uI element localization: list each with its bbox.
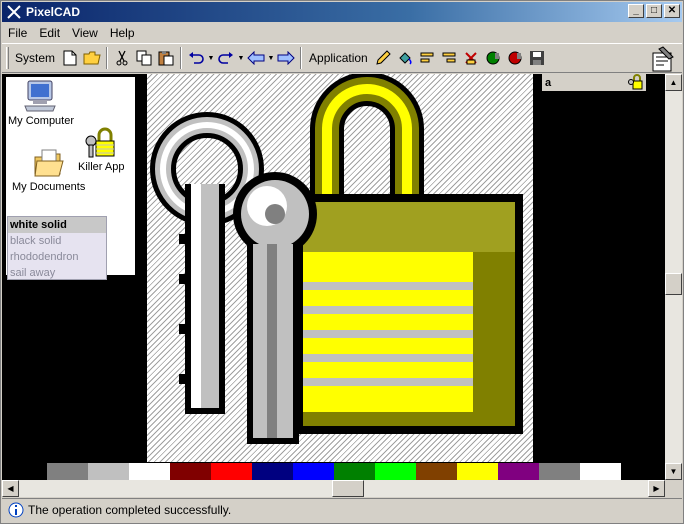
color-swatch[interactable]: [416, 463, 457, 480]
color-palette: [47, 463, 621, 480]
list-item[interactable]: rhododendron: [8, 249, 106, 265]
status-bar: The operation completed successfully.: [2, 498, 682, 520]
lock-icon: [628, 74, 643, 90]
padlock-and-key-artwork: [150, 74, 523, 444]
color-swatch[interactable]: [457, 463, 498, 480]
color-swatch[interactable]: [375, 463, 416, 480]
my-computer-shortcut[interactable]: My Computer: [8, 79, 74, 127]
list-item[interactable]: black solid: [8, 233, 106, 249]
minimize-button[interactable]: _: [628, 4, 644, 18]
scroll-down-icon[interactable]: ▼: [665, 463, 682, 480]
lock-icon: [85, 127, 115, 158]
horizontal-scroll-thumb[interactable]: [332, 480, 364, 497]
toolbar: System ▼ ▼ ▼ Application: [2, 43, 682, 73]
window-title: PixelCAD: [26, 5, 81, 19]
computer-icon: [24, 80, 56, 112]
vertical-scroll-thumb[interactable]: [665, 273, 682, 295]
my-documents-shortcut[interactable]: My Documents: [12, 147, 85, 193]
back-dropdown-icon[interactable]: ▼: [267, 47, 275, 69]
open-folder-icon[interactable]: [81, 47, 103, 69]
client-area: My Computer Killer App My Documents whit…: [2, 74, 665, 480]
documents-icon: [34, 149, 64, 177]
new-file-icon[interactable]: [59, 47, 81, 69]
color-swatch[interactable]: [539, 463, 580, 480]
color-swatch[interactable]: [170, 463, 211, 480]
system-label[interactable]: System: [11, 51, 59, 65]
toolbar-separator: [180, 47, 183, 69]
copy-icon[interactable]: [133, 47, 155, 69]
menu-view[interactable]: View: [66, 24, 104, 42]
scroll-left-icon[interactable]: ◀: [2, 480, 19, 497]
color-swatch[interactable]: [580, 463, 621, 480]
color-swatch[interactable]: [47, 463, 88, 480]
maximize-button[interactable]: □: [646, 4, 662, 18]
save-icon[interactable]: [526, 47, 548, 69]
pencil-icon[interactable]: [372, 47, 394, 69]
style-list: white solid black solid rhododendron sai…: [7, 216, 107, 280]
menu-bar: File Edit View Help: [2, 23, 682, 42]
color-swatch[interactable]: [211, 463, 252, 480]
color-swatch[interactable]: [293, 463, 334, 480]
toolbar-grip[interactable]: [6, 47, 9, 69]
forward-arrow-icon[interactable]: [275, 47, 297, 69]
list-item[interactable]: sail away: [8, 265, 106, 281]
scrollbar-corner: [665, 480, 682, 497]
scroll-up-icon[interactable]: ▲: [665, 74, 682, 91]
align-left-icon[interactable]: [416, 47, 438, 69]
app-icon: [7, 5, 21, 19]
back-arrow-icon[interactable]: [245, 47, 267, 69]
my-computer-label: My Computer: [8, 115, 75, 127]
vertical-scrollbar[interactable]: ▲ ▼: [665, 74, 682, 480]
color-swatch[interactable]: [498, 463, 539, 480]
close-button[interactable]: ✕: [664, 4, 680, 18]
color-swatch[interactable]: [88, 463, 129, 480]
paste-icon[interactable]: [155, 47, 177, 69]
menu-edit[interactable]: Edit: [33, 24, 66, 42]
align-right-icon[interactable]: [438, 47, 460, 69]
redo-dropdown-icon[interactable]: ▼: [237, 47, 245, 69]
title-bar[interactable]: PixelCAD _ □ ✕: [2, 2, 682, 22]
side-panel-title: a: [545, 76, 552, 89]
record-red-icon[interactable]: [504, 47, 526, 69]
side-panel-header[interactable]: a: [542, 74, 646, 91]
toolbar-separator: [106, 47, 109, 69]
reports-icon[interactable]: [648, 44, 678, 74]
color-swatch[interactable]: [334, 463, 375, 480]
toolbar-separator: [300, 47, 303, 69]
color-swatch[interactable]: [129, 463, 170, 480]
horizontal-scrollbar[interactable]: ◀ ▶: [2, 480, 665, 497]
redo-icon[interactable]: [215, 47, 237, 69]
record-green-icon[interactable]: [482, 47, 504, 69]
menu-file[interactable]: File: [2, 24, 33, 42]
application-label[interactable]: Application: [305, 51, 372, 65]
color-swatch[interactable]: [252, 463, 293, 480]
undo-icon[interactable]: [185, 47, 207, 69]
fill-bucket-icon[interactable]: [394, 47, 416, 69]
list-item[interactable]: white solid: [8, 217, 106, 233]
undo-dropdown-icon[interactable]: ▼: [207, 47, 215, 69]
status-text: The operation completed successfully.: [28, 502, 232, 517]
info-icon: [8, 502, 24, 517]
delete-icon[interactable]: [460, 47, 482, 69]
drawing-canvas[interactable]: [147, 74, 533, 462]
my-documents-label: My Documents: [12, 181, 86, 193]
app-window: PixelCAD _ □ ✕ File Edit View Help Syste…: [0, 0, 684, 524]
menu-help[interactable]: Help: [104, 24, 141, 42]
cut-icon[interactable]: [111, 47, 133, 69]
scroll-right-icon[interactable]: ▶: [648, 480, 665, 497]
